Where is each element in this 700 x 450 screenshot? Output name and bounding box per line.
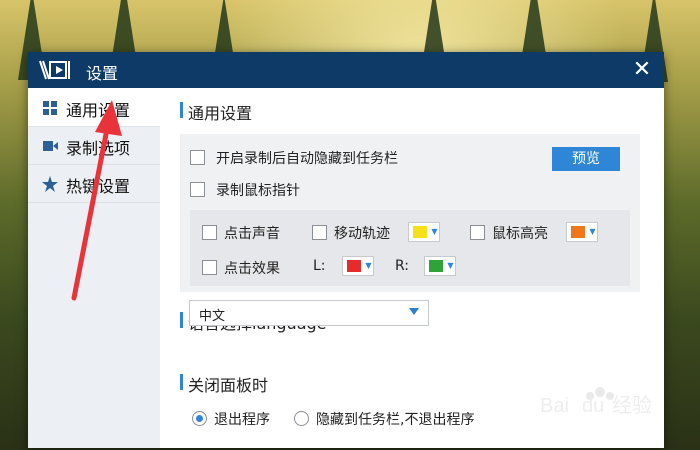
video-recorder-icon: [39, 60, 70, 80]
click-effect-checkbox[interactable]: [202, 260, 217, 275]
move-track-color-picker[interactable]: ▼: [408, 222, 440, 242]
preview-button[interactable]: 预览: [552, 147, 620, 171]
color-swatch: [413, 226, 427, 238]
section-title-close-panel: 关闭面板时: [188, 376, 269, 395]
language-select[interactable]: 中文: [189, 300, 429, 326]
cursor-highlight-color-picker[interactable]: ▼: [566, 222, 598, 242]
svg-text:Bai: Bai: [540, 395, 569, 417]
exit-program-radio[interactable]: [192, 411, 207, 426]
sidebar-item-label: 通用设置: [66, 101, 131, 120]
record-cursor-checkbox[interactable]: [190, 182, 205, 197]
svg-text:du: du: [582, 395, 604, 417]
click-effect-label: 点击效果: [224, 261, 280, 277]
auto-hide-checkbox[interactable]: [190, 150, 205, 165]
close-button[interactable]: ✕: [628, 56, 656, 84]
record-cursor-label: 录制鼠标指针: [216, 183, 300, 199]
hide-to-tray-radio[interactable]: [294, 411, 309, 426]
sidebar-item-general[interactable]: 通用设置: [28, 88, 160, 127]
general-options-panel: 开启录制后自动隐藏到任务栏 录制鼠标指针 点击声音 移动轨迹 ▼ 鼠标高亮 ▼: [180, 134, 640, 292]
sidebar-item-label: 录制选项: [66, 139, 131, 158]
video-icon: [43, 141, 58, 151]
move-track-checkbox[interactable]: [312, 225, 327, 240]
star-icon: [42, 176, 58, 192]
close-icon: ✕: [632, 57, 652, 82]
right-click-color-picker[interactable]: ▼: [424, 256, 456, 276]
settings-sidebar: 通用设置 录制选项 热键设置: [28, 88, 161, 448]
color-swatch: [429, 260, 443, 272]
left-click-color-picker[interactable]: ▼: [342, 256, 374, 276]
sidebar-item-label: 热键设置: [66, 177, 131, 196]
window-title: 设置: [86, 64, 119, 83]
section-marker: [180, 102, 183, 118]
right-click-label: R:: [395, 258, 410, 274]
baidu-watermark-logo: Bai du 经验: [540, 387, 652, 417]
sidebar-item-recording[interactable]: 录制选项: [28, 126, 160, 165]
dropdown-arrow-icon: ▼: [447, 261, 454, 270]
section-marker: [180, 374, 183, 390]
title-bar: 设置 ✕: [28, 52, 664, 88]
dropdown-arrow-icon: ▼: [431, 227, 438, 236]
hide-to-tray-label: 隐藏到任务栏,不退出程序: [316, 412, 475, 428]
auto-hide-label: 开启录制后自动隐藏到任务栏: [216, 151, 398, 167]
chevron-down-icon: [409, 308, 419, 315]
sidebar-item-hotkeys[interactable]: 热键设置: [28, 164, 160, 203]
dropdown-arrow-icon: ▼: [589, 227, 596, 236]
move-track-label: 移动轨迹: [334, 226, 390, 242]
left-click-label: L:: [313, 258, 326, 274]
cursor-highlight-checkbox[interactable]: [470, 225, 485, 240]
color-swatch: [347, 260, 361, 272]
svg-text:经验: 经验: [612, 393, 652, 417]
click-sound-checkbox[interactable]: [202, 225, 217, 240]
section-marker: [180, 312, 183, 328]
exit-program-label: 退出程序: [214, 412, 270, 428]
language-select-value: 中文: [199, 309, 226, 324]
cursor-options-panel: 点击声音 移动轨迹 ▼ 鼠标高亮 ▼ 点击效果 L: ▼ R: ▼: [190, 210, 630, 286]
section-title-general: 通用设置: [188, 104, 253, 123]
dropdown-arrow-icon: ▼: [365, 261, 372, 270]
click-sound-label: 点击声音: [224, 226, 280, 242]
color-swatch: [571, 226, 585, 238]
grid-icon: [43, 101, 57, 115]
cursor-highlight-label: 鼠标高亮: [492, 226, 548, 242]
